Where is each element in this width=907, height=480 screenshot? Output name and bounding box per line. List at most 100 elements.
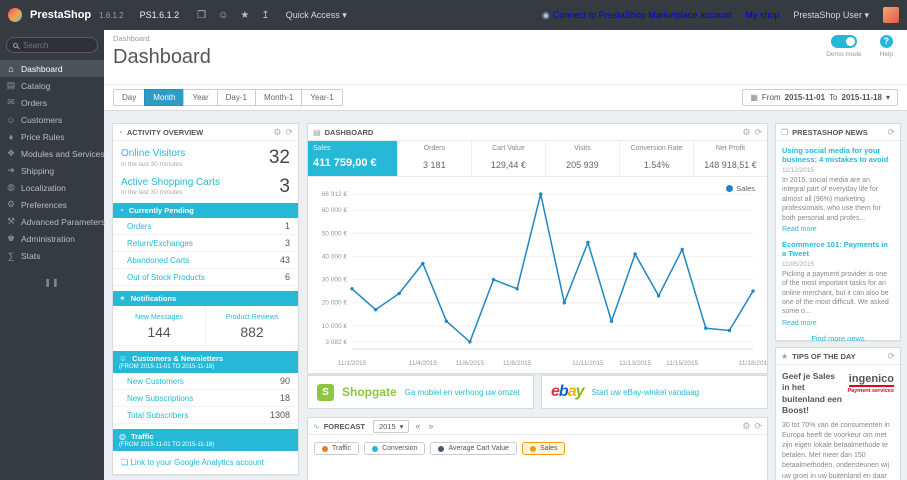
new-messages-link[interactable]: New Messages	[135, 314, 183, 321]
gear-icon[interactable]: ⚙	[742, 421, 750, 432]
forecast-toggle-average-cart-value[interactable]: Average Cart Value	[430, 442, 517, 455]
pending-row-orders: Orders 1	[113, 218, 298, 235]
total-subscribers-link[interactable]: Total Subscribers	[127, 411, 188, 420]
new-messages-cell[interactable]: New Messages 144	[113, 306, 206, 345]
sidebar-item-localization[interactable]: ◍ Localization	[0, 179, 104, 196]
forecast-legend: Traffic Conversion Average Cart Value Sa…	[308, 435, 767, 462]
user-menu[interactable]: PrestaShop User ▾	[793, 10, 869, 21]
google-analytics-link[interactable]: ❏ Link to your Google Analytics account	[113, 451, 298, 474]
sidebar-item-administration[interactable]: ♚ Administration	[0, 230, 104, 247]
new-subscriptions-link[interactable]: New Subscriptions	[127, 394, 193, 403]
quick-access-label: Quick Access	[285, 9, 340, 20]
find-more-news-link[interactable]: Find more news	[782, 334, 894, 343]
shipping-icon: ➔	[7, 165, 15, 175]
online-visitors-link[interactable]: Online Visitors	[121, 148, 185, 160]
sidebar-collapse-button[interactable]: ❚❚	[0, 278, 104, 287]
sidebar-item-modules[interactable]: ❖ Modules and Services	[0, 145, 105, 162]
forecast-toggle-conversion[interactable]: Conversion	[364, 442, 426, 455]
favorites-icon[interactable]: ★	[240, 10, 249, 21]
cart-icon[interactable]: ❒	[197, 10, 206, 21]
period-month-button[interactable]: Month	[144, 89, 185, 106]
kpi-value: 148 918,51 €	[704, 160, 757, 170]
activity-panel-icon: ◔	[118, 127, 123, 137]
shopgate-promo-link[interactable]: Ga mobiel en verhoog uw omzet	[405, 388, 520, 397]
out-of-stock-link[interactable]: Out of Stock Products	[127, 273, 205, 282]
pending-orders-link[interactable]: Orders	[127, 222, 151, 231]
period-month-1-button[interactable]: Month-1	[254, 89, 303, 106]
forecast-year-value: 2015	[378, 421, 396, 431]
forecast-next-button[interactable]: »	[426, 421, 435, 431]
product-reviews-link[interactable]: Product Reviews	[226, 314, 279, 321]
search-input[interactable]	[23, 40, 89, 50]
forecast-year-select[interactable]: 2015 ▾	[372, 419, 410, 433]
customers-icon: ☺	[6, 114, 16, 125]
abandoned-carts-link[interactable]: Abandoned Carts	[127, 256, 189, 265]
customers-row-total-subscribers: Total Subscribers 1308	[113, 407, 298, 424]
sidebar-item-label: Catalog	[21, 80, 51, 91]
page-title: Dashboard	[113, 46, 211, 68]
period-day-button[interactable]: Day	[113, 89, 146, 106]
svg-text:60 000 €: 60 000 €	[322, 207, 348, 214]
kpi-value: 411 759,00 €	[313, 157, 377, 169]
refresh-icon[interactable]: ⟳	[754, 421, 762, 432]
ebay-letter: e	[551, 383, 560, 400]
period-year-button[interactable]: Year	[183, 89, 218, 106]
customers-icon[interactable]: ☺	[218, 10, 228, 21]
upload-icon[interactable]: ↥	[261, 10, 269, 21]
forecast-prev-button[interactable]: «	[413, 421, 422, 431]
kpi-conversion-rate[interactable]: Conversion Rate 1.54%	[620, 141, 694, 176]
sidebar-item-shipping[interactable]: ➔ Shipping	[0, 162, 104, 179]
ebay-letter: b	[558, 383, 569, 400]
sidebar-item-label: Preferences	[21, 199, 67, 210]
kpi-cart-value[interactable]: Cart Value 129,44 €	[472, 141, 546, 176]
sidebar-item-price-rules[interactable]: ♦ Price Rules	[0, 128, 104, 145]
new-customers-link[interactable]: New Customers	[127, 377, 184, 386]
active-carts-link[interactable]: Active Shopping Carts	[121, 177, 220, 189]
kpi-orders[interactable]: Orders 3 181	[398, 141, 472, 176]
refresh-icon[interactable]: ⟳	[285, 127, 293, 138]
svg-text:40 000 €: 40 000 €	[322, 253, 348, 260]
read-more-link[interactable]: Read more	[782, 320, 817, 327]
read-more-link[interactable]: Read more	[782, 226, 817, 233]
prestashop-news-panel: ❒ PRESTASHOP NEWS ⟳ Using social media f…	[775, 123, 901, 343]
marketplace-connect-link[interactable]: ◉ Connect to PrestaShop Marketplace accou…	[542, 10, 731, 21]
refresh-icon[interactable]: ⟳	[887, 351, 895, 362]
ebay-promo-link[interactable]: Start uw eBay-winkel vandaag	[592, 388, 700, 397]
kpi-visits[interactable]: Visits 205 939	[546, 141, 620, 176]
refresh-icon[interactable]: ⟳	[754, 127, 762, 138]
my-shop-link[interactable]: My shop	[745, 10, 779, 20]
news-headline-link[interactable]: Using social media for your business: 4 …	[782, 146, 894, 165]
pending-orders-value: 1	[284, 221, 290, 231]
date-range-picker[interactable]: ▦ From 2015-11-01 To 2015-11-18 ▾	[742, 89, 898, 106]
kpi-sales[interactable]: Sales 411 759,00 €	[308, 141, 398, 176]
forecast-toggle-traffic[interactable]: Traffic	[314, 442, 360, 455]
sidebar-item-catalog[interactable]: ▤ Catalog	[0, 77, 104, 94]
customers-newsletters-range: (FROM 2015-11-01 TO 2015-11-18)	[119, 364, 215, 370]
period-year-1-button[interactable]: Year-1	[301, 89, 343, 106]
sidebar-item-customers[interactable]: ☺ Customers	[0, 111, 104, 128]
product-reviews-cell[interactable]: Product Reviews 882	[206, 306, 298, 345]
forecast-toggle-sales[interactable]: Sales	[521, 442, 566, 455]
kpi-label: Visits	[574, 145, 591, 152]
quick-access-menu[interactable]: Quick Access ▾	[286, 10, 347, 21]
demo-mode-toggle[interactable]	[830, 35, 857, 48]
sidebar-item-preferences[interactable]: ⚙ Preferences	[0, 196, 104, 213]
news-headline-link[interactable]: Ecommerce 101: Payments in a Tweet	[782, 240, 894, 259]
kpi-net-profit[interactable]: Net Profit 148 918,51 €	[694, 141, 767, 176]
sidebar-item-dashboard[interactable]: ⌂ Dashboard	[0, 60, 104, 77]
sidebar-item-orders[interactable]: ✉ Orders	[0, 94, 104, 111]
breadcrumb[interactable]: Dashboard	[113, 34, 150, 43]
google-analytics-label: Link to your Google Analytics account	[130, 458, 264, 467]
gear-icon[interactable]: ⚙	[273, 127, 281, 138]
period-day-1-button[interactable]: Day-1	[216, 89, 256, 106]
from-date-value: 2015-11-01	[784, 93, 826, 102]
shop-name-link[interactable]: PS1.6.1.2	[140, 10, 180, 20]
sidebar-item-stats[interactable]: ∑ Stats	[0, 247, 104, 264]
pending-returns-link[interactable]: Return/Exchanges	[127, 239, 193, 248]
help-icon[interactable]: ?	[879, 35, 893, 48]
sidebar-item-advanced-parameters[interactable]: ⚒ Advanced Parameters	[0, 213, 105, 230]
refresh-icon[interactable]: ⟳	[887, 127, 895, 138]
gear-icon[interactable]: ⚙	[742, 127, 750, 138]
avatar[interactable]	[883, 7, 899, 23]
chart-legend[interactable]: Sales	[726, 184, 755, 193]
